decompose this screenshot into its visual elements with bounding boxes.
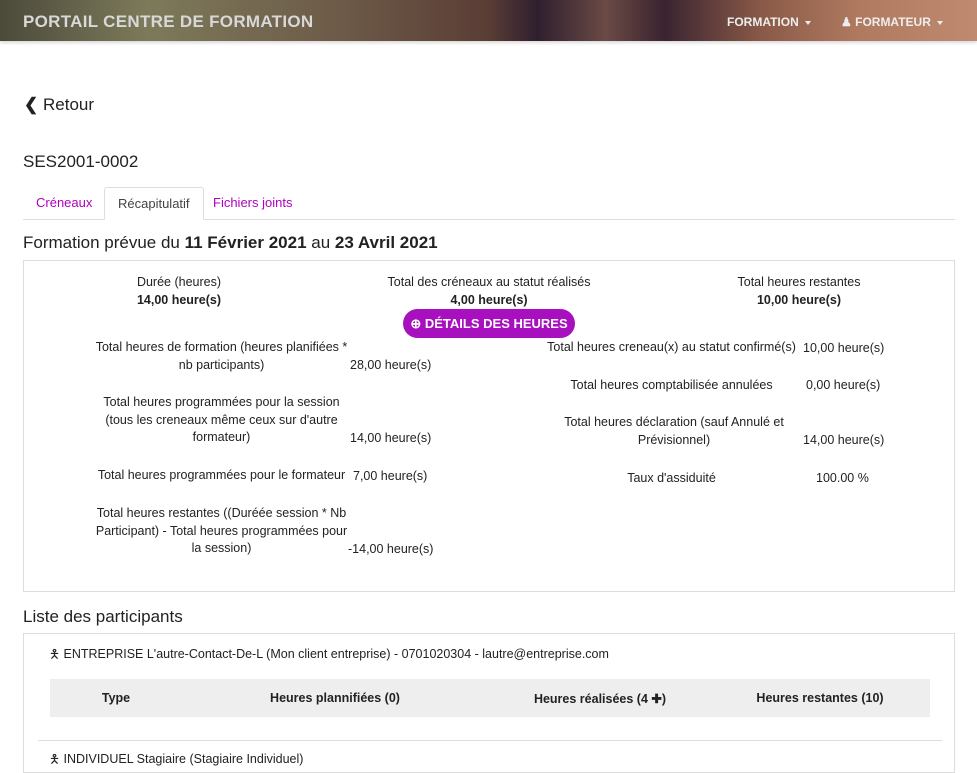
detail-value: 10,00 heure(s) [803, 341, 885, 355]
detail-value: 0,00 heure(s) [806, 378, 881, 392]
detail-label: Taux d'assiduité [627, 471, 716, 485]
summary-duree: Durée (heures) 14,00 heure(s) [136, 275, 222, 307]
back-label: Retour [42, 95, 95, 114]
participant-name: ENTREPRISE L'autre-Contact-De-L (Mon cli… [63, 647, 609, 661]
plus-circle-icon: ⊕ [410, 316, 422, 331]
tabs: Créneaux Récapitulatif Fichiers joints [23, 187, 955, 220]
detail-value: 14,00 heure(s) [350, 431, 432, 445]
participant-table-header: Type Heures plannifiées (0) Heures réali… [50, 679, 930, 717]
person-icon: 🯅 [49, 752, 61, 766]
detail-label: Total heures comptabilisée annulées [570, 378, 773, 392]
tab-recapitulatif[interactable]: Récapitulatif [104, 187, 204, 220]
tab-fichiers-joints[interactable]: Fichiers joints [200, 187, 305, 220]
summary-realises: Total des créneaux au statut réalisés 4,0… [387, 275, 591, 307]
detail-label: Total heures creneau(x) au statut confir… [547, 340, 796, 354]
detail-value: -14,00 heure(s) [348, 542, 434, 556]
session-id: SES2001-0002 [23, 152, 139, 171]
formateur-menu-label: FORMATEUR [855, 15, 931, 29]
participant-item: 🯅 ENTREPRISE L'autre-Contact-De-L (Mon c… [49, 645, 609, 666]
col-type: Type [101, 691, 131, 705]
col-heures-plannifiees: Heures plannifiées (0) [270, 691, 400, 705]
detail-value: 28,00 heure(s) [350, 358, 432, 372]
brand-title[interactable]: PORTAIL CENTRE DE FORMATION [23, 12, 313, 32]
formation-dates-heading: Formation prévue du 11 Février 2021 au 2… [23, 233, 438, 252]
participant-name: INDIVIDUEL Stagiaire (Stagiaire Individu… [63, 752, 304, 766]
detail-label: Total heures de formation (heures planif… [95, 340, 348, 372]
summary-restantes: Total heures restantes 10,00 heure(s) [737, 275, 861, 307]
detail-value: 100.00 % [816, 471, 869, 485]
divider [38, 740, 942, 741]
detail-label: Total heures programmées pour la session… [103, 395, 340, 444]
details-heures-button[interactable]: ⊕ DÉTAILS DES HEURES [403, 309, 575, 338]
detail-label: Total heures programmées pour le formate… [97, 468, 346, 482]
top-navbar: PORTAIL CENTRE DE FORMATION FORMATION ♟ … [0, 0, 977, 41]
formation-menu[interactable]: FORMATION [727, 15, 811, 29]
caret-down-icon [936, 20, 943, 25]
col-heures-realisees: Heures réalisées (4 ✚) [533, 692, 667, 706]
tab-creneaux[interactable]: Créneaux [23, 187, 105, 220]
detail-label: Total heures restantes ((Duréée session … [95, 506, 348, 555]
detail-value: 14,00 heure(s) [803, 433, 885, 447]
formation-menu-label: FORMATION [727, 15, 799, 29]
user-icon: ♟ [841, 15, 852, 29]
plus-icon[interactable]: ✚ [651, 692, 661, 706]
person-icon: 🯅 [49, 647, 61, 661]
chevron-left-icon: ❮ [24, 95, 39, 114]
detail-label: Total heures déclaration (sauf Annulé et… [564, 415, 784, 447]
formateur-menu[interactable]: ♟ FORMATEUR [841, 15, 943, 29]
details-heures-label: DÉTAILS DES HEURES [424, 316, 568, 331]
col-heures-restantes: Heures restantes (10) [756, 691, 884, 705]
back-link[interactable]: ❮ Retour [24, 95, 94, 115]
participants-list: 🯅 ENTREPRISE L'autre-Contact-De-L (Mon c… [23, 633, 955, 773]
detail-value: 7,00 heure(s) [353, 469, 428, 483]
caret-down-icon [804, 20, 811, 25]
participants-heading: Liste des participants [23, 607, 183, 626]
